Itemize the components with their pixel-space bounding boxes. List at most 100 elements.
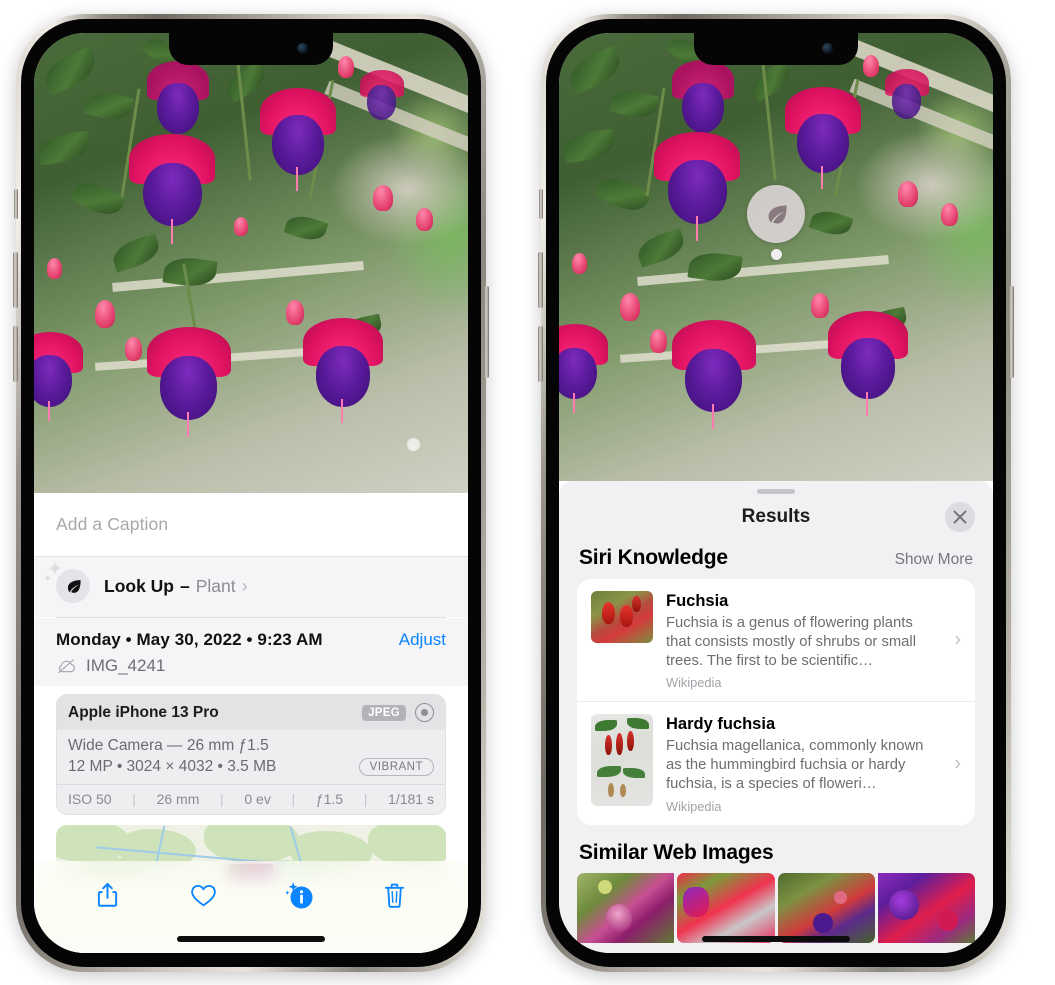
knowledge-description: Fuchsia is a genus of flowering plants t… [666, 614, 916, 669]
look-up-dash: – [180, 575, 190, 596]
exif-aperture: ƒ1.5 [315, 791, 344, 807]
similar-image-tile[interactable] [577, 872, 675, 943]
knowledge-row[interactable]: Fuchsia Fuchsia is a genus of flowering … [577, 579, 975, 701]
knowledge-text: Hardy fuchsia Fuchsia magellanica, commo… [666, 714, 961, 813]
iphone-left-device: Add a Caption ✦ ✦ Look Up – Plant › Mond… [13, 14, 489, 972]
siri-knowledge-card: Fuchsia Fuchsia is a genus of flowering … [577, 579, 975, 825]
photo-viewer[interactable] [34, 33, 468, 493]
look-up-label-group: Look Up – Plant › [104, 576, 248, 597]
similar-image-tile[interactable] [677, 872, 775, 943]
heart-icon [190, 884, 216, 906]
volume-down-button[interactable] [13, 326, 18, 382]
lookup-badge: ✦ ✦ [43, 560, 90, 603]
capture-date: Monday • May 30, 2022 • 9:23 AM [56, 630, 323, 649]
side-power-button[interactable] [484, 286, 489, 378]
chevron-right-icon: › [954, 752, 961, 775]
notch [169, 33, 333, 65]
lens-line: Wide Camera — 26 mm ƒ1.5 [68, 737, 269, 754]
notch [694, 33, 858, 65]
siri-knowledge-header: Siri Knowledge Show More [559, 540, 993, 579]
sparkle-small-icon: ✦ [43, 573, 53, 585]
share-icon [98, 883, 118, 907]
knowledge-row[interactable]: Hardy fuchsia Fuchsia magellanica, commo… [577, 701, 975, 824]
front-camera-icon [297, 43, 308, 54]
exif-shutter: 1/181 s [388, 791, 434, 807]
look-up-label: Look Up [104, 575, 174, 596]
home-indicator[interactable] [177, 936, 325, 942]
silent-switch[interactable] [14, 189, 18, 219]
photo-info-sheet: Add a Caption ✦ ✦ Look Up – Plant › Mond… [34, 493, 468, 953]
camera-card-header: Apple iPhone 13 Pro JPEG [57, 695, 445, 730]
exif-iso: ISO 50 [68, 791, 112, 807]
device-name: Apple iPhone 13 Pro [68, 703, 219, 721]
section-title-siri-knowledge: Siri Knowledge [579, 546, 728, 569]
cloud-slash-icon [58, 659, 75, 674]
section-title-similar-web-images: Similar Web Images [579, 840, 774, 864]
visual-lookup-pin[interactable] [747, 185, 805, 260]
close-icon [953, 510, 967, 524]
aperture-icon [415, 703, 434, 722]
show-more-button[interactable]: Show More [895, 551, 973, 569]
visual-lookup-badge[interactable] [747, 185, 805, 243]
knowledge-source: Wikipedia [666, 675, 722, 691]
similar-images-grid [559, 872, 993, 943]
share-button[interactable] [86, 875, 130, 915]
knowledge-description: Fuchsia magellanica, commonly known as t… [666, 738, 924, 792]
screenshot-stage: Add a Caption ✦ ✦ Look Up – Plant › Mond… [0, 0, 1055, 985]
silent-switch[interactable] [539, 189, 543, 219]
look-up-subject: Plant [195, 575, 236, 596]
camera-info-card: Apple iPhone 13 Pro JPEG Wide Camera — 2… [56, 694, 446, 815]
exif-focal: 26 mm [156, 791, 200, 807]
caption-input[interactable]: Add a Caption [56, 514, 168, 535]
knowledge-title: Hardy fuchsia [666, 715, 776, 734]
visual-lookup-dot [770, 249, 782, 260]
similar-images-header: Similar Web Images [559, 825, 993, 873]
device-bezel: Add a Caption ✦ ✦ Look Up – Plant › Mond… [21, 19, 481, 967]
favorite-button[interactable] [181, 875, 225, 915]
device-bezel: Results Siri Knowledge Show More Fuchsia… [546, 19, 1006, 967]
caption-row[interactable]: Add a Caption [34, 493, 468, 557]
similar-image-tile[interactable] [777, 872, 875, 943]
volume-down-button[interactable] [538, 326, 543, 382]
info-button[interactable] [277, 875, 321, 915]
side-power-button[interactable] [1009, 286, 1014, 378]
screen-right: Results Siri Knowledge Show More Fuchsia… [559, 33, 993, 953]
exif-separator: | [291, 791, 296, 807]
exif-ev: 0 ev [244, 791, 271, 807]
similar-image-tile[interactable] [877, 872, 975, 943]
knowledge-text: Fuchsia Fuchsia is a genus of flowering … [666, 591, 961, 690]
results-header: Results [559, 494, 993, 540]
exif-row: ISO 50 | 26 mm | 0 ev | ƒ1.5 | 1/181 s [57, 784, 445, 814]
leaf-icon [768, 205, 787, 223]
chevron-right-icon: › [241, 575, 248, 596]
file-name: IMG_4241 [86, 656, 166, 675]
knowledge-title: Fuchsia [666, 592, 729, 610]
adjust-date-button[interactable]: Adjust [399, 630, 446, 650]
knowledge-source: Wikipedia [666, 798, 722, 814]
close-button[interactable] [945, 502, 975, 532]
photo-metadata: Monday • May 30, 2022 • 9:23 AM Adjust I… [34, 618, 468, 686]
front-camera-icon [822, 43, 833, 54]
resolution-line: 12 MP • 3024 × 4032 • 3.5 MB [68, 758, 277, 775]
exif-separator: | [363, 791, 368, 807]
knowledge-thumbnail [591, 591, 653, 643]
exif-separator: | [132, 791, 136, 807]
format-badge: JPEG [362, 704, 406, 721]
look-up-row[interactable]: ✦ ✦ Look Up – Plant › [34, 557, 468, 617]
photographic-style-badge: VIBRANT [358, 758, 434, 776]
home-indicator[interactable] [702, 936, 850, 942]
info-sparkle-icon [284, 882, 313, 909]
iphone-right-device: Results Siri Knowledge Show More Fuchsia… [538, 14, 1014, 972]
screen-left: Add a Caption ✦ ✦ Look Up – Plant › Mond… [34, 33, 468, 953]
delete-button[interactable] [372, 875, 416, 915]
leaf-icon [67, 579, 81, 593]
chevron-right-icon: › [954, 628, 961, 651]
volume-up-button[interactable] [538, 252, 543, 308]
exif-separator: | [220, 791, 224, 807]
volume-up-button[interactable] [13, 252, 18, 308]
trash-icon [384, 883, 404, 908]
results-title: Results [741, 506, 811, 527]
results-panel: Results Siri Knowledge Show More Fuchsia… [559, 481, 993, 953]
camera-card-body: Wide Camera — 26 mm ƒ1.5 12 MP • 3024 × … [57, 730, 445, 784]
knowledge-thumbnail [591, 714, 653, 807]
